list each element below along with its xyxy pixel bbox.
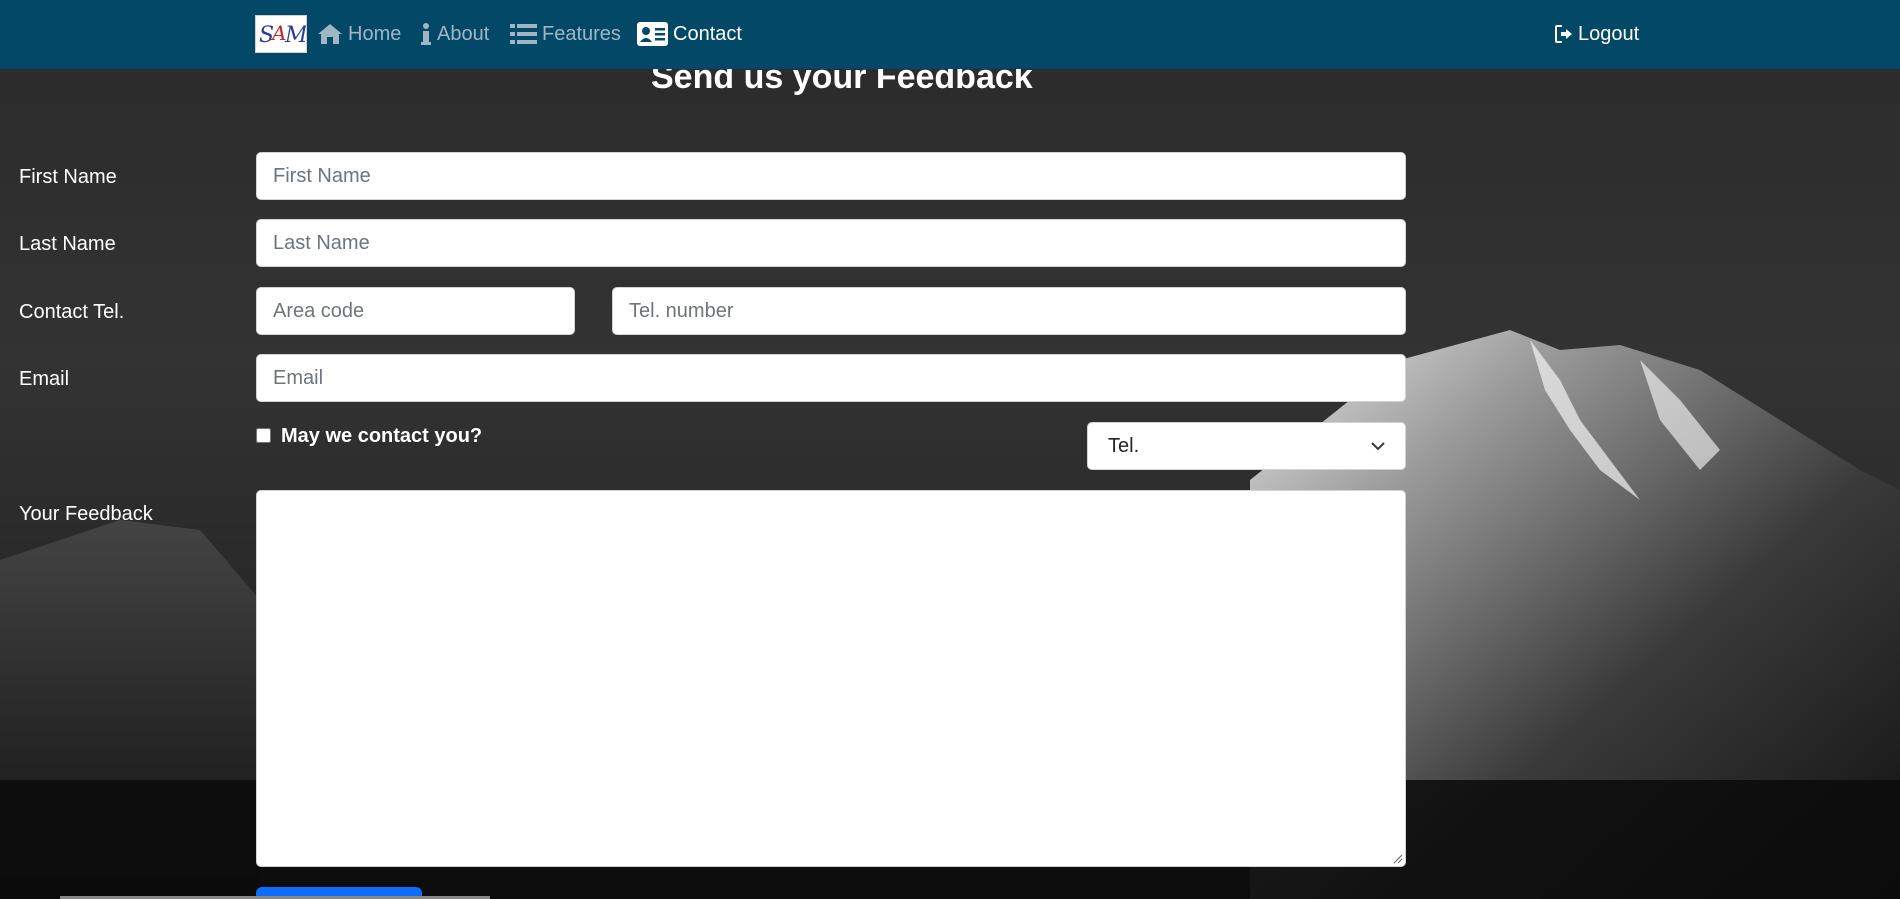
logout-link[interactable]: Logout (1555, 19, 1639, 49)
svg-text:M: M (284, 23, 306, 48)
nav-features-label: Features (542, 22, 621, 45)
contact-card-icon (637, 22, 668, 46)
contact-method-select[interactable]: Tel. (1087, 422, 1406, 470)
svg-text:A: A (270, 21, 286, 45)
email-label: Email (19, 368, 70, 390)
first-name-label: First Name (19, 166, 117, 188)
tel-number-input[interactable] (612, 287, 1406, 335)
contact-permission-label[interactable]: May we contact you? (281, 425, 482, 448)
contact-permission-checkbox[interactable] (256, 428, 271, 443)
contact-method-value: Tel. (1108, 434, 1140, 457)
chevron-down-icon (1371, 442, 1385, 451)
resize-handle-icon[interactable] (1393, 854, 1403, 864)
info-icon (421, 23, 431, 45)
logout-label: Logout (1578, 22, 1640, 45)
brand-logo[interactable]: S A M (255, 15, 308, 53)
feedback-textarea[interactable] (256, 490, 1406, 867)
nav-home[interactable]: Home (317, 19, 401, 49)
nav-features[interactable]: Features (510, 19, 621, 49)
nav-home-label: Home (348, 22, 402, 45)
top-navbar: S A M Home About Features Contact Logout (0, 0, 1900, 69)
feedback-label: Your Feedback (19, 503, 153, 525)
nav-about-label: About (437, 22, 490, 45)
first-name-input[interactable] (256, 152, 1406, 200)
last-name-label: Last Name (19, 233, 116, 255)
logout-icon (1555, 25, 1572, 43)
sam-logo-icon: S A M (259, 21, 308, 48)
list-icon (510, 24, 537, 44)
contact-tel-label: Contact Tel. (19, 301, 125, 323)
email-input[interactable] (256, 354, 1406, 402)
area-code-input[interactable] (256, 287, 575, 335)
last-name-input[interactable] (256, 219, 1406, 267)
nav-contact-label: Contact (673, 22, 742, 45)
nav-contact[interactable]: Contact (637, 19, 742, 49)
nav-about[interactable]: About (420, 19, 489, 49)
home-icon (318, 24, 342, 44)
